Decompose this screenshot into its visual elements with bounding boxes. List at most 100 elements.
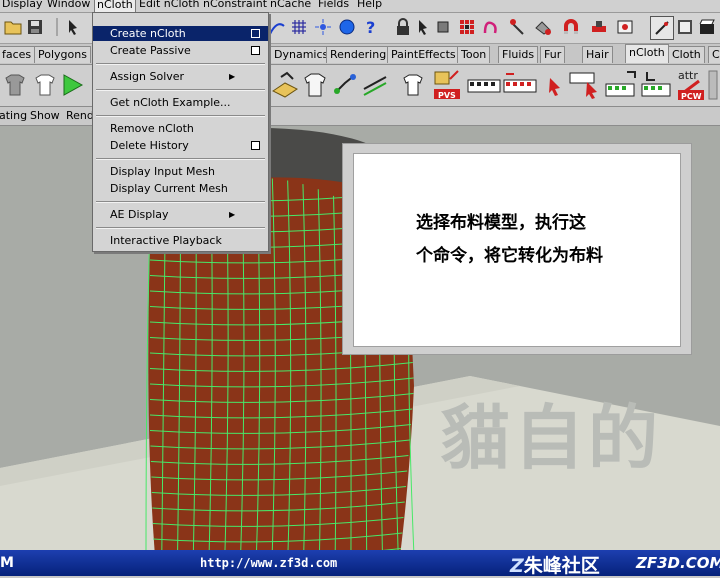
- submenu-arrow-icon: ▶: [229, 72, 236, 81]
- ipr-render-icon[interactable]: [674, 16, 696, 38]
- brand-cn-text: 朱峰社区: [523, 555, 600, 577]
- deformer-icon[interactable]: [506, 16, 528, 38]
- menu-item-interactive-playback[interactable]: Interactive Playback: [93, 233, 268, 248]
- select-object-icon[interactable]: [432, 16, 454, 38]
- cache-select-icon[interactable]: [568, 69, 604, 101]
- pvs-icon-label: PVS: [438, 91, 456, 100]
- menu-item-display-current-mesh[interactable]: Display Current Mesh: [93, 181, 268, 196]
- render-view-icon[interactable]: [614, 16, 636, 38]
- menu-ncache[interactable]: nCache: [270, 0, 311, 10]
- constraint-arrows-icon[interactable]: [330, 69, 360, 101]
- film-strip-red-icon[interactable]: [502, 69, 538, 101]
- menu-item-label: Display Input Mesh: [110, 165, 215, 178]
- menu-item-delete-history[interactable]: Delete History: [93, 138, 268, 153]
- tab-c[interactable]: C: [708, 46, 720, 63]
- tab-polygons[interactable]: Polygons: [34, 46, 91, 63]
- render-settings-icon[interactable]: [650, 16, 674, 40]
- menu-item-display-input-mesh[interactable]: Display Input Mesh: [93, 164, 268, 179]
- snap-point-icon[interactable]: [312, 16, 334, 38]
- footer-url[interactable]: http://www.zf3d.com: [200, 556, 337, 570]
- menu-item-create-ncloth[interactable]: Create nCloth: [93, 26, 268, 41]
- select-cursor-red-icon[interactable]: [540, 69, 570, 101]
- menu-help[interactable]: Help: [357, 0, 382, 10]
- brand-logo: Z: [510, 555, 524, 577]
- menu-separator: [96, 89, 265, 91]
- panel-menu-shading[interactable]: ating: [0, 109, 27, 122]
- tab-rendering[interactable]: Rendering: [326, 46, 391, 63]
- tab-surfaces[interactable]: faces: [0, 46, 36, 63]
- footer-bar: [0, 550, 720, 576]
- lock-icon[interactable]: [392, 16, 414, 38]
- menu-item-assign-solver[interactable]: Assign Solver ▶: [93, 69, 268, 84]
- menu-item-label: Get nCloth Example...: [110, 96, 231, 109]
- option-box-icon[interactable]: [251, 46, 260, 55]
- tab-painteffects[interactable]: PaintEffects: [387, 46, 460, 63]
- misc-selection-icon[interactable]: [588, 16, 610, 38]
- menu-item-label: Create Passive: [110, 44, 191, 57]
- passive-plane-icon[interactable]: [270, 69, 300, 101]
- menu-separator: [96, 158, 265, 160]
- panel-menu-show[interactable]: Show: [30, 109, 60, 122]
- attr-icon-label: attr: [678, 69, 698, 82]
- annotation-card: 选择布料模型，执行这 个命令，将它转化为布料: [342, 143, 692, 355]
- menu-separator: [96, 201, 265, 203]
- menu-item-remove-ncloth[interactable]: Remove nCloth: [93, 121, 268, 136]
- snap-grid-icon[interactable]: [288, 16, 310, 38]
- ncloth-shirt-small-icon[interactable]: [398, 69, 428, 101]
- ncloth-shirt-outline-icon[interactable]: [300, 69, 330, 101]
- menu-display[interactable]: Display: [2, 0, 43, 10]
- magnet-icon[interactable]: [560, 16, 582, 38]
- menu-item-label: Assign Solver: [110, 70, 185, 83]
- grid-selection-icon[interactable]: [456, 16, 478, 38]
- option-box-icon[interactable]: [251, 29, 260, 38]
- tab-toon[interactable]: Toon: [457, 46, 491, 63]
- tab-fluids[interactable]: Fluids: [498, 46, 539, 63]
- select-tool-icon[interactable]: [64, 16, 86, 38]
- curve-selection-icon[interactable]: [480, 16, 502, 38]
- annotation-text: 选择布料模型，执行这 个命令，将它转化为布料: [416, 207, 656, 273]
- ncloth-shirt-white-icon[interactable]: [30, 69, 60, 101]
- menu-item-label: Remove nCloth: [110, 122, 194, 135]
- menu-item-ae-display[interactable]: AE Display ▶: [93, 207, 268, 222]
- panel-menu-renderer[interactable]: Rend: [66, 109, 94, 122]
- svg-text:?: ?: [366, 18, 375, 36]
- menu-separator: [96, 115, 265, 117]
- tab-fur[interactable]: Fur: [540, 46, 566, 63]
- menu-item-get-ncloth-example[interactable]: Get nCloth Example...: [93, 95, 268, 110]
- menu-item-create-passive[interactable]: Create Passive: [93, 43, 268, 58]
- annotation-line-2: 个命令，将它转化为布料: [416, 246, 603, 266]
- menu-fields[interactable]: Fields: [318, 0, 349, 10]
- constraint-lines-icon[interactable]: [360, 69, 390, 101]
- tab-hair[interactable]: Hair: [582, 46, 613, 63]
- help-icon[interactable]: ?: [360, 16, 382, 38]
- shelf-scroll-icon[interactable]: [706, 69, 720, 101]
- pvs-icon[interactable]: PVS: [432, 69, 462, 101]
- snap-surface-icon[interactable]: [336, 16, 358, 38]
- folder-icon[interactable]: [2, 16, 24, 38]
- menu-item-label: AE Display: [110, 208, 169, 221]
- tab-cloth[interactable]: Cloth: [668, 46, 705, 63]
- menu-item-label: Display Current Mesh: [110, 182, 228, 195]
- clapboard-icon[interactable]: [696, 16, 718, 38]
- ncloth-shirt-gray-icon[interactable]: [0, 69, 30, 101]
- save-icon[interactable]: [24, 16, 46, 38]
- option-box-icon[interactable]: [251, 141, 260, 150]
- menu-item-label: Delete History: [110, 139, 189, 152]
- menu-separator: [96, 63, 265, 65]
- attr-pcw-icon[interactable]: attr PCW: [674, 69, 708, 101]
- ncloth-dropdown-menu: Create nCloth Create Passive Assign Solv…: [92, 12, 269, 252]
- watermark: 貓自的: [440, 396, 662, 479]
- menu-item-label: Interactive Playback: [110, 234, 222, 247]
- dynamics-icon[interactable]: [532, 16, 554, 38]
- menu-nconstraint[interactable]: nConstraint: [203, 0, 267, 10]
- menu-window[interactable]: Window: [47, 0, 90, 10]
- menu-item-label: Create nCloth: [110, 27, 186, 40]
- cache-replace-icon[interactable]: [640, 69, 674, 101]
- snap-curve-icon[interactable]: [266, 16, 288, 38]
- menu-edit-ncloth[interactable]: Edit nCloth: [139, 0, 200, 10]
- film-strip-icon[interactable]: [466, 69, 502, 101]
- cache-append-icon[interactable]: [604, 69, 640, 101]
- tab-dynamics[interactable]: Dynamics: [270, 46, 333, 63]
- tab-ncloth[interactable]: nCloth: [625, 44, 669, 63]
- play-arrow-icon[interactable]: [58, 69, 88, 101]
